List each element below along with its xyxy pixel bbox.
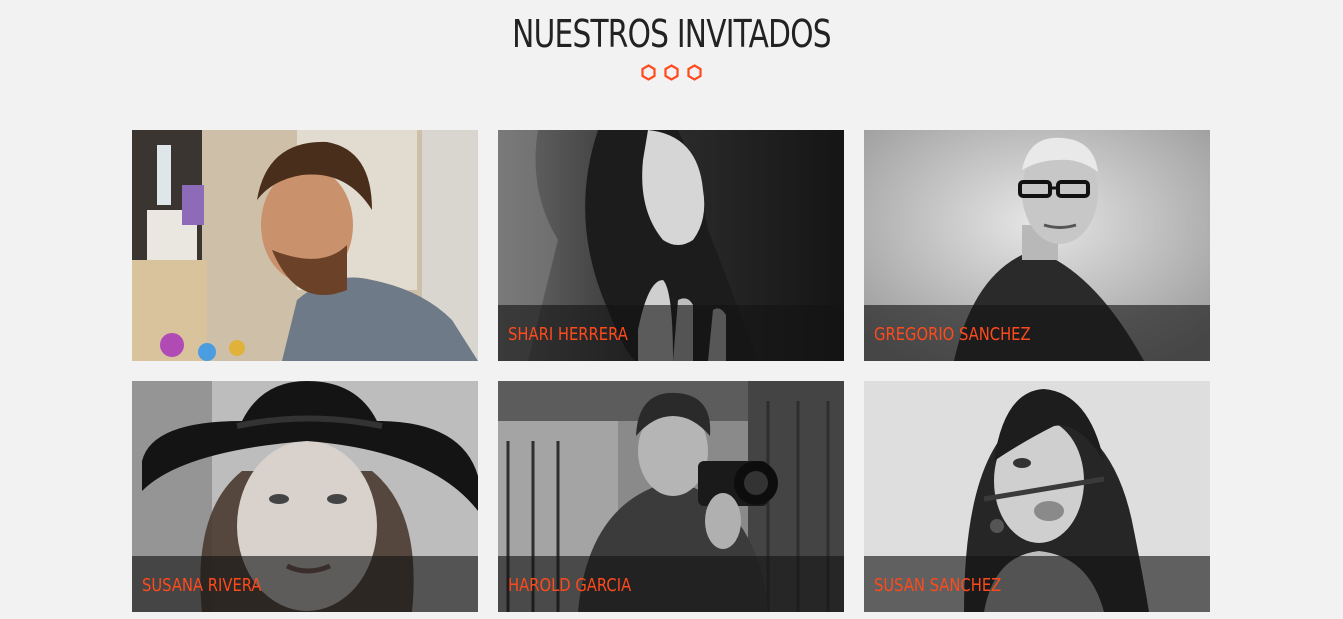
man-beard-working-photo bbox=[132, 130, 478, 361]
guest-name: HAROLD GARCIA bbox=[508, 575, 632, 596]
guest-caption: SUSANA RIVERA bbox=[132, 556, 478, 612]
guest-card[interactable] bbox=[132, 130, 478, 361]
hexagon-icon bbox=[687, 64, 702, 81]
guest-card[interactable]: SUSANA RIVERA bbox=[132, 381, 478, 612]
guest-card[interactable]: SHARI HERRERA bbox=[498, 130, 844, 361]
guests-grid: SHARI HERRERA GREGORIO SANCHEZ SUSANA RI… bbox=[132, 130, 1210, 612]
guest-caption: HAROLD GARCIA bbox=[498, 556, 844, 612]
guest-card[interactable]: HAROLD GARCIA bbox=[498, 381, 844, 612]
guest-name: SHARI HERRERA bbox=[508, 324, 628, 345]
guest-name: SUSANA RIVERA bbox=[142, 575, 262, 596]
guest-name: SUSAN SANCHEZ bbox=[874, 575, 1002, 596]
guest-caption: SUSAN SANCHEZ bbox=[864, 556, 1210, 612]
guest-caption: GREGORIO SANCHEZ bbox=[864, 305, 1210, 361]
guest-card[interactable]: SUSAN SANCHEZ bbox=[864, 381, 1210, 612]
guest-card[interactable]: GREGORIO SANCHEZ bbox=[864, 130, 1210, 361]
guest-name: GREGORIO SANCHEZ bbox=[874, 324, 1031, 345]
title-decoration bbox=[641, 64, 702, 81]
hexagon-icon bbox=[664, 64, 679, 81]
guest-caption: SHARI HERRERA bbox=[498, 305, 844, 361]
hexagon-icon bbox=[641, 64, 656, 81]
section-title: NUESTROS INVITADOS bbox=[512, 12, 831, 56]
